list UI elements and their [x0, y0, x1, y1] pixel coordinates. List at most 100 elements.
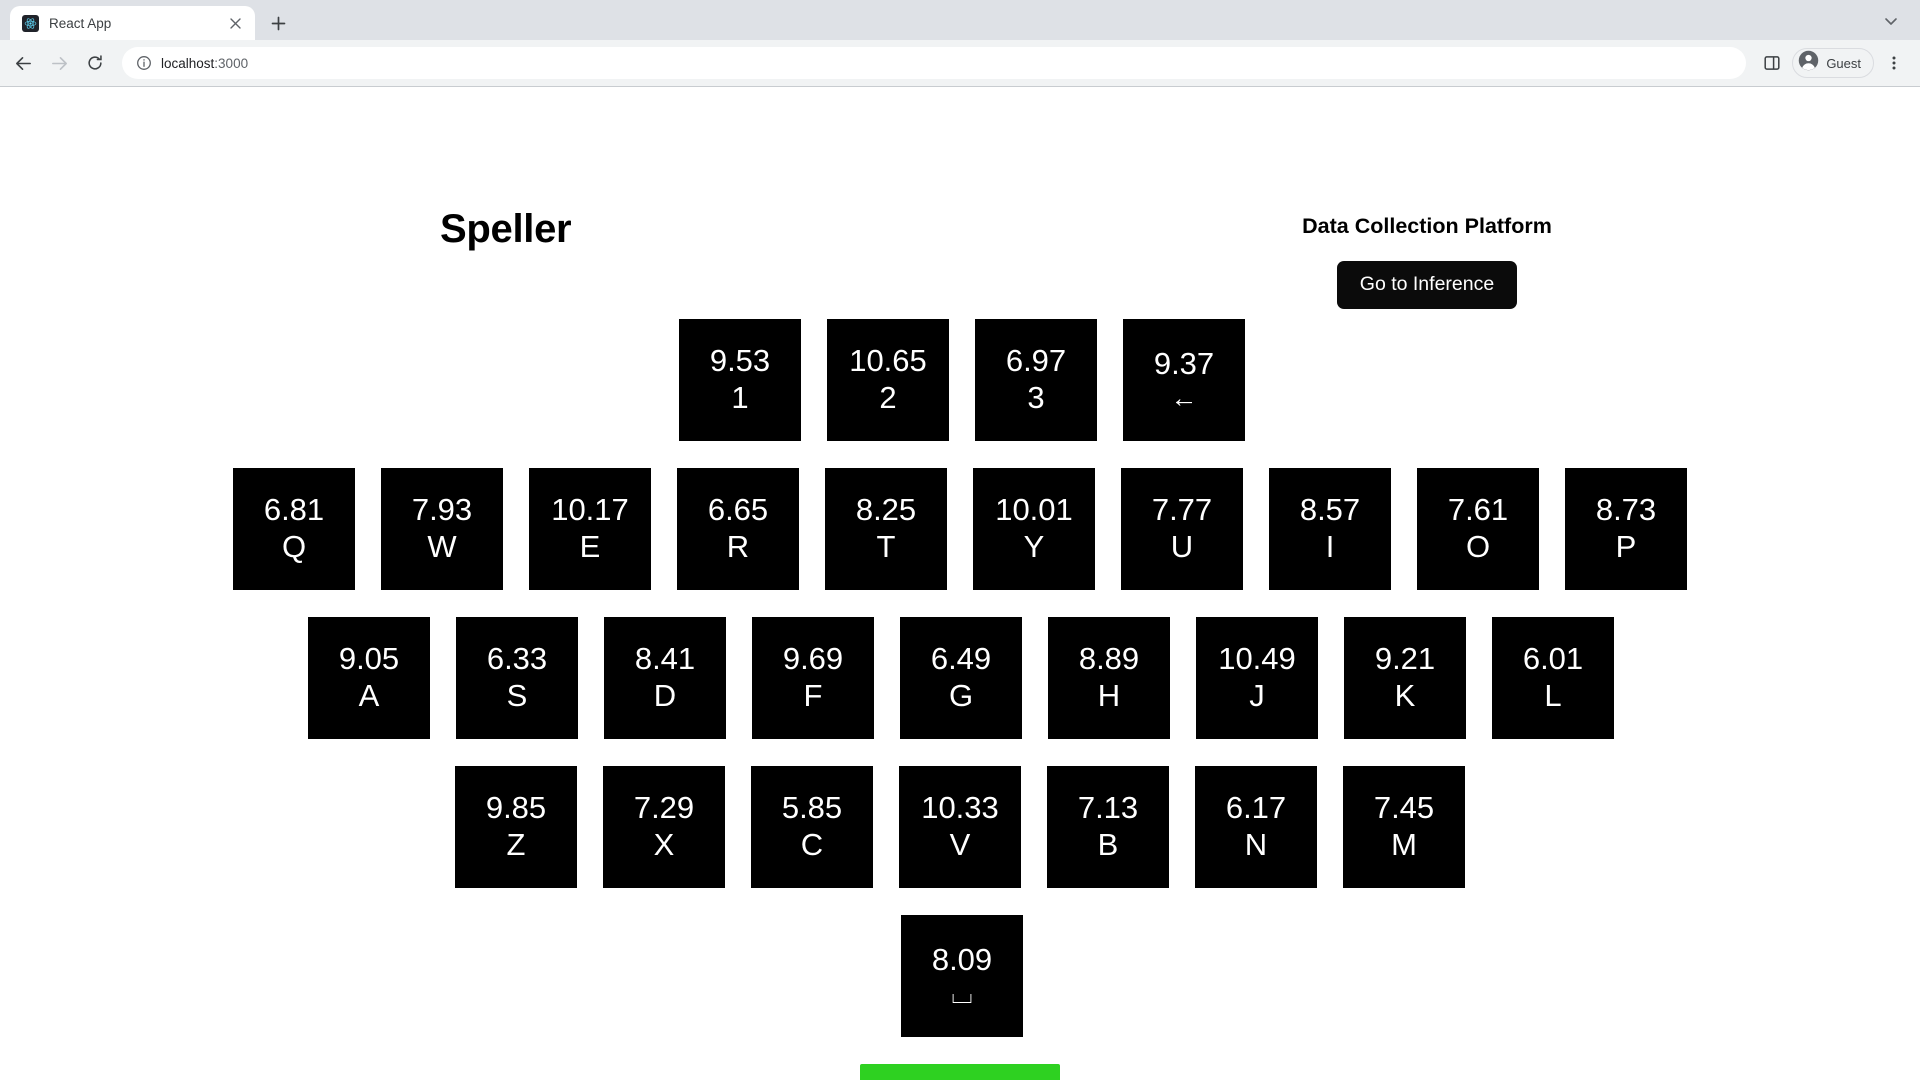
key-label: T [876, 529, 896, 564]
key-label: O [1465, 529, 1491, 564]
key-p[interactable]: 8.73 P [1565, 468, 1687, 590]
chevron-down-icon[interactable] [1878, 8, 1904, 34]
speller-keyboard: 9.53 1 10.65 2 6.97 3 9.37 ← 6.81 Q 7.93 W 10.17 E 6.6… [0, 319, 1920, 1037]
key-frequency: 9.21 [1374, 641, 1436, 677]
key-e[interactable]: 10.17 E [529, 468, 651, 590]
key-t[interactable]: 8.25 T [825, 468, 947, 590]
key-label: L [1544, 678, 1562, 713]
key-label: C [800, 827, 824, 862]
key-space[interactable]: 8.09 ⌴ [901, 915, 1023, 1037]
key-label: S [506, 678, 528, 713]
key-f[interactable]: 9.69 F [752, 617, 874, 739]
key-frequency: 6.97 [1005, 343, 1067, 379]
react-logo-icon [22, 14, 39, 32]
reload-icon[interactable] [78, 46, 112, 80]
key-h[interactable]: 8.89 H [1048, 617, 1170, 739]
plus-icon[interactable] [263, 8, 293, 38]
close-icon[interactable] [225, 13, 245, 33]
arrow-back-icon[interactable] [6, 46, 40, 80]
key-o[interactable]: 7.61 O [1417, 468, 1539, 590]
key-s[interactable]: 6.33 S [456, 617, 578, 739]
key-frequency: 7.45 [1373, 790, 1435, 826]
row-space: 8.09 ⌴ [901, 915, 1920, 1037]
key-label: W [427, 529, 457, 564]
key-label: U [1170, 529, 1194, 564]
key-frequency: 6.33 [486, 641, 548, 677]
key-label: Q [281, 529, 307, 564]
platform-heading: Data Collection Platform [1302, 214, 1552, 238]
key-x[interactable]: 7.29 X [603, 766, 725, 888]
key-label: Z [506, 827, 526, 862]
start-button[interactable]: Start [860, 1064, 1060, 1080]
key-label: I [1325, 529, 1335, 564]
key-label: J [1249, 678, 1265, 713]
key-1[interactable]: 9.53 1 [679, 319, 801, 441]
go-to-inference-button[interactable]: Go to Inference [1336, 261, 1518, 309]
key-label: M [1391, 827, 1417, 862]
key-label: H [1097, 678, 1121, 713]
row-bottom: 9.85 Z 7.29 X 5.85 C 10.33 V 7.13 B 6.17 N 7.45 M [455, 766, 1920, 888]
key-frequency: 6.01 [1522, 641, 1584, 677]
key-d[interactable]: 8.41 D [604, 617, 726, 739]
key-label: G [948, 678, 974, 713]
key-3[interactable]: 6.97 3 [975, 319, 1097, 441]
key-label: 1 [731, 380, 749, 415]
key-label: A [358, 678, 380, 713]
key-m[interactable]: 7.45 M [1343, 766, 1465, 888]
browser-toolbar: localhost:3000 Guest [0, 40, 1920, 86]
key-2[interactable]: 10.65 2 [827, 319, 949, 441]
key-l[interactable]: 6.01 L [1492, 617, 1614, 739]
key-frequency: 10.33 [921, 790, 999, 826]
key-frequency: 7.93 [411, 492, 473, 528]
address-bar[interactable]: localhost:3000 [122, 47, 1747, 79]
key-frequency: 8.73 [1595, 492, 1657, 528]
account-circle-icon [1798, 50, 1819, 76]
key-label: N [1244, 827, 1268, 862]
key-r[interactable]: 6.65 R [677, 468, 799, 590]
key-frequency: 7.13 [1077, 790, 1139, 826]
start-button-container: Start [0, 1064, 1920, 1080]
key-frequency: 9.85 [485, 790, 547, 826]
key-frequency: 10.01 [995, 492, 1073, 528]
more-vertical-icon[interactable] [1878, 47, 1910, 79]
profile-button[interactable]: Guest [1792, 48, 1874, 78]
key-label: R [726, 529, 750, 564]
key-label: K [1394, 678, 1416, 713]
key-label: P [1615, 529, 1637, 564]
key-label: 2 [879, 380, 897, 415]
key-frequency: 6.17 [1225, 790, 1287, 826]
key-g[interactable]: 6.49 G [900, 617, 1022, 739]
tab-strip: React App [0, 0, 1920, 40]
key-label: ⌴ [951, 979, 973, 1010]
key-y[interactable]: 10.01 Y [973, 468, 1095, 590]
page-content: Speller Data Collection Platform Go to I… [0, 87, 1920, 1080]
key-j[interactable]: 10.49 J [1196, 617, 1318, 739]
info-circle-icon[interactable] [136, 55, 152, 71]
page-title: Speller [440, 207, 572, 251]
key-w[interactable]: 7.93 W [381, 468, 503, 590]
split-screen-icon[interactable] [1756, 47, 1788, 79]
key-z[interactable]: 9.85 Z [455, 766, 577, 888]
key-frequency: 8.57 [1299, 492, 1361, 528]
key-c[interactable]: 5.85 C [751, 766, 873, 888]
key-frequency: 10.49 [1218, 641, 1296, 677]
key-i[interactable]: 8.57 I [1269, 468, 1391, 590]
key-v[interactable]: 10.33 V [899, 766, 1021, 888]
browser-tab[interactable]: React App [10, 6, 255, 40]
key-a[interactable]: 9.05 A [308, 617, 430, 739]
key-frequency: 7.29 [633, 790, 695, 826]
key-b[interactable]: 7.13 B [1047, 766, 1169, 888]
key-frequency: 7.77 [1151, 492, 1213, 528]
tab-title: React App [49, 15, 112, 31]
key-frequency: 8.41 [634, 641, 696, 677]
key-k[interactable]: 9.21 K [1344, 617, 1466, 739]
key-frequency: 6.81 [263, 492, 325, 528]
key-backspace[interactable]: 9.37 ← [1123, 319, 1245, 441]
arrow-forward-icon [42, 46, 76, 80]
key-q[interactable]: 6.81 Q [233, 468, 355, 590]
key-frequency: 8.09 [931, 941, 993, 977]
key-label: V [949, 827, 971, 862]
key-n[interactable]: 6.17 N [1195, 766, 1317, 888]
address-bar-text: localhost:3000 [161, 56, 248, 71]
key-u[interactable]: 7.77 U [1121, 468, 1243, 590]
